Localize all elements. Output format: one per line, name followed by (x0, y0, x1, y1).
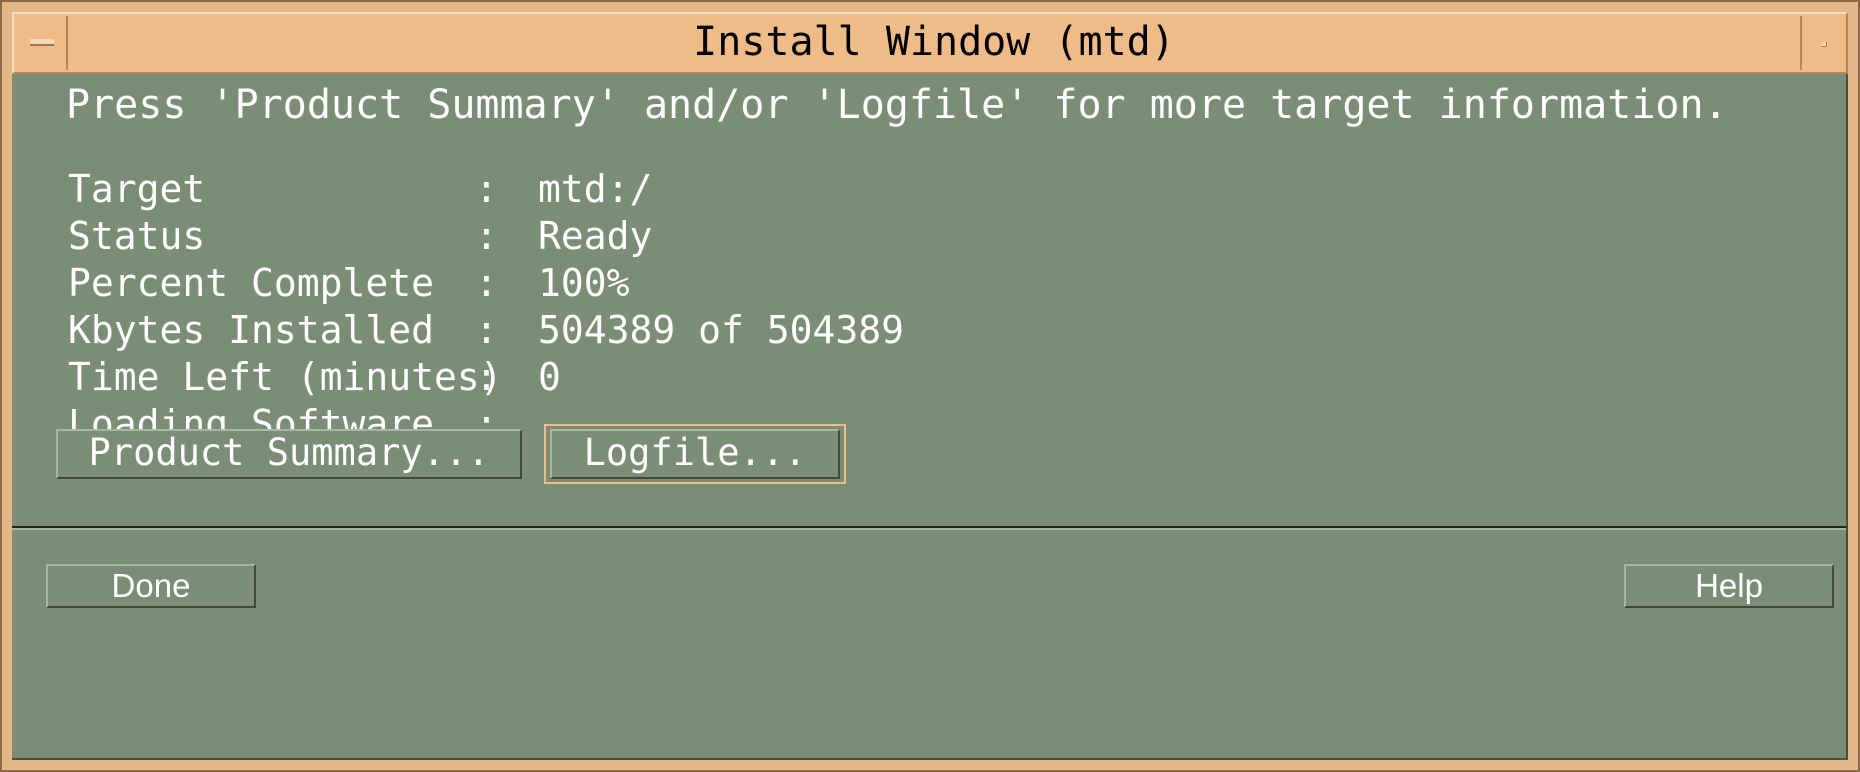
info-row-kbytes-installed: Kbytes Installed : 504389 of 504389 (68, 307, 904, 354)
info-label: Time Left (minutes) (68, 355, 503, 399)
title-bar[interactable]: Install Window (mtd) (12, 12, 1848, 74)
info-value: 0 (538, 355, 561, 399)
info-separator: : (475, 355, 498, 399)
info-value: mtd:/ (538, 167, 653, 211)
info-label: Target (68, 167, 206, 211)
maximize-icon (1822, 42, 1827, 47)
info-label: Percent Complete (68, 261, 435, 305)
info-separator: : (475, 214, 498, 258)
help-button[interactable]: Help (1624, 564, 1834, 608)
logfile-button[interactable]: Logfile... (550, 429, 840, 479)
info-row-target: Target : mtd:/ (68, 166, 652, 213)
window-menu-icon (30, 39, 54, 46)
info-label: Kbytes Installed (68, 308, 435, 352)
info-value: 100% (538, 261, 630, 305)
info-value: 504389 of 504389 (538, 308, 905, 352)
done-button[interactable]: Done (46, 564, 256, 608)
divider (12, 526, 1846, 530)
info-value: Ready (538, 214, 653, 258)
maximize-button[interactable] (1800, 16, 1844, 70)
window-title: Install Window (mtd) (693, 19, 1175, 65)
info-separator: : (475, 261, 498, 305)
product-summary-button[interactable]: Product Summary... (56, 429, 522, 479)
info-separator: : (475, 167, 498, 211)
info-row-status: Status : Ready (68, 213, 652, 260)
instruction-text: Press 'Product Summary' and/or 'Logfile'… (66, 82, 1728, 128)
info-label: Status (68, 214, 206, 258)
info-separator: : (475, 308, 498, 352)
info-row-time-left: Time Left (minutes) : 0 (68, 354, 561, 401)
install-info: Target : mtd:/ Status : Ready Percent Co… (68, 166, 904, 448)
window-menu-button[interactable] (16, 16, 68, 70)
dialog-body: Press 'Product Summary' and/or 'Logfile'… (12, 74, 1848, 760)
info-row-percent-complete: Percent Complete : 100% (68, 260, 630, 307)
install-window: Install Window (mtd) Press 'Product Summ… (0, 0, 1860, 772)
